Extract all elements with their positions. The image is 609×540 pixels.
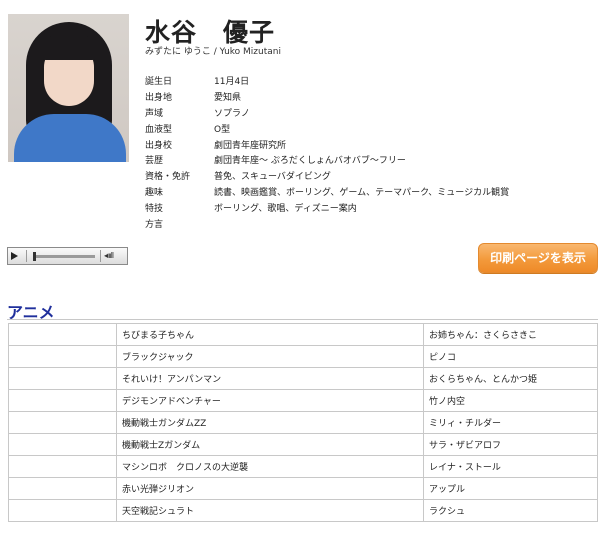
profile-photo bbox=[8, 14, 129, 162]
detail-value: ボーリング、歌唱、ディズニー案内 bbox=[214, 203, 357, 214]
profile-details: 誕生日 11月4日 出身地 愛知県 声域 ソプラノ 血液型 O型 出身校 劇団青年座研究所… bbox=[145, 73, 509, 231]
detail-row: 趣味 読書、映画鑑賞、ボーリング、ゲーム、テーマパーク、ミュージカル観賞 bbox=[145, 184, 509, 200]
detail-label: 資格・免許 bbox=[145, 172, 191, 183]
detail-value: 普免、スキューバダイビング bbox=[214, 172, 331, 183]
detail-value: 読書、映画鑑賞、ボーリング、ゲーム、テーマパーク、ミュージカル観賞 bbox=[214, 187, 510, 198]
detail-row: 芸歴 劇団青年座～ ぷろだくしょんバオバブ～フリー bbox=[145, 152, 509, 168]
detail-value: 愛知県 bbox=[214, 93, 242, 104]
detail-label: 誕生日 bbox=[145, 77, 173, 88]
detail-label: 趣味 bbox=[145, 187, 164, 198]
detail-row: 出身校 劇団青年座研究所 bbox=[145, 136, 509, 152]
anime-roles-table: ちびまる子ちゃん お姉ちゃん：さくらさきこ ブラックジャック ピノコ それいけ！アン… bbox=[8, 323, 598, 522]
role-character: ミリィ・チルダー bbox=[423, 411, 598, 434]
role-title: 天空戦記シュラト bbox=[116, 499, 424, 522]
detail-label: 出身校 bbox=[145, 140, 173, 151]
role-year bbox=[8, 323, 117, 346]
detail-row: 特技 ボーリング、歌唱、ディズニー案内 bbox=[145, 199, 509, 215]
detail-row: 方言 bbox=[145, 215, 509, 231]
table-row: ブラックジャック ピノコ bbox=[8, 345, 598, 368]
table-row: ちびまる子ちゃん お姉ちゃん：さくらさきこ bbox=[8, 323, 598, 346]
role-title: ブラックジャック bbox=[116, 345, 424, 368]
detail-row: 血液型 O型 bbox=[145, 120, 509, 136]
table-row: 赤い光弾ジリオン アップル bbox=[8, 477, 598, 500]
seek-bar[interactable] bbox=[33, 255, 95, 258]
detail-label: 特技 bbox=[145, 203, 164, 214]
detail-label: 声域 bbox=[145, 108, 164, 119]
role-title: デジモンアドベンチャー bbox=[116, 389, 424, 412]
role-year bbox=[8, 499, 117, 522]
detail-value: ソプラノ bbox=[214, 108, 250, 119]
detail-row: 資格・免許 普免、スキューバダイビング bbox=[145, 168, 509, 184]
role-title: 機動戦士Zガンダム bbox=[116, 433, 424, 456]
role-character: ラクシュ bbox=[423, 499, 598, 522]
table-row: 機動戦士Zガンダム サラ・ザビアロフ bbox=[8, 433, 598, 456]
role-year bbox=[8, 477, 117, 500]
detail-label: 方言 bbox=[145, 219, 164, 230]
detail-row: 声域 ソプラノ bbox=[145, 105, 509, 121]
audio-player: ◂ıııll bbox=[7, 247, 128, 265]
table-row: デジモンアドベンチャー 竹ノ内空 bbox=[8, 389, 598, 412]
role-character: レイナ・ストール bbox=[423, 455, 598, 478]
section-divider bbox=[7, 319, 598, 320]
role-character: お姉ちゃん：さくらさきこ bbox=[423, 323, 598, 346]
role-character: アップル bbox=[423, 477, 598, 500]
table-row: 天空戦記シュラト ラクシュ bbox=[8, 499, 598, 522]
detail-row: 出身地 愛知県 bbox=[145, 89, 509, 105]
player-divider bbox=[26, 250, 27, 262]
print-page-button[interactable]: 印刷ページを表示 bbox=[478, 243, 598, 273]
role-title: マシンロボ クロノスの大逆襲 bbox=[116, 455, 424, 478]
role-title: 赤い光弾ジリオン bbox=[116, 477, 424, 500]
role-title: 機動戦士ガンダムZZ bbox=[116, 411, 424, 434]
table-row: それいけ！アンパンマン おくらちゃん、とんかつ姫 bbox=[8, 367, 598, 390]
role-character: ピノコ bbox=[423, 345, 598, 368]
role-title: それいけ！アンパンマン bbox=[116, 367, 424, 390]
detail-value: 11月4日 bbox=[214, 77, 250, 88]
role-year bbox=[8, 455, 117, 478]
detail-label: 出身地 bbox=[145, 93, 173, 104]
detail-value: 劇団青年座研究所 bbox=[214, 140, 287, 151]
detail-label: 芸歴 bbox=[145, 156, 164, 167]
detail-value: O型 bbox=[214, 124, 231, 135]
role-character: おくらちゃん、とんかつ姫 bbox=[423, 367, 598, 390]
role-year bbox=[8, 411, 117, 434]
volume-icon[interactable]: ◂ıııll bbox=[104, 251, 114, 260]
player-divider bbox=[100, 250, 101, 262]
role-title: ちびまる子ちゃん bbox=[116, 323, 424, 346]
role-year bbox=[8, 367, 117, 390]
detail-label: 血液型 bbox=[145, 124, 173, 135]
profile-kana: みずたに ゆうこ / Yuko Mizutani bbox=[145, 47, 281, 57]
table-row: マシンロボ クロノスの大逆襲 レイナ・ストール bbox=[8, 455, 598, 478]
seek-handle[interactable] bbox=[33, 252, 36, 261]
detail-value bbox=[214, 215, 509, 231]
detail-row: 誕生日 11月4日 bbox=[145, 73, 509, 89]
role-year bbox=[8, 345, 117, 368]
play-icon[interactable] bbox=[11, 252, 18, 260]
role-character: サラ・ザビアロフ bbox=[423, 433, 598, 456]
role-year bbox=[8, 389, 117, 412]
table-row: 機動戦士ガンダムZZ ミリィ・チルダー bbox=[8, 411, 598, 434]
role-character: 竹ノ内空 bbox=[423, 389, 598, 412]
role-year bbox=[8, 433, 117, 456]
detail-value: 劇団青年座～ ぷろだくしょんバオバブ～フリー bbox=[214, 156, 406, 167]
